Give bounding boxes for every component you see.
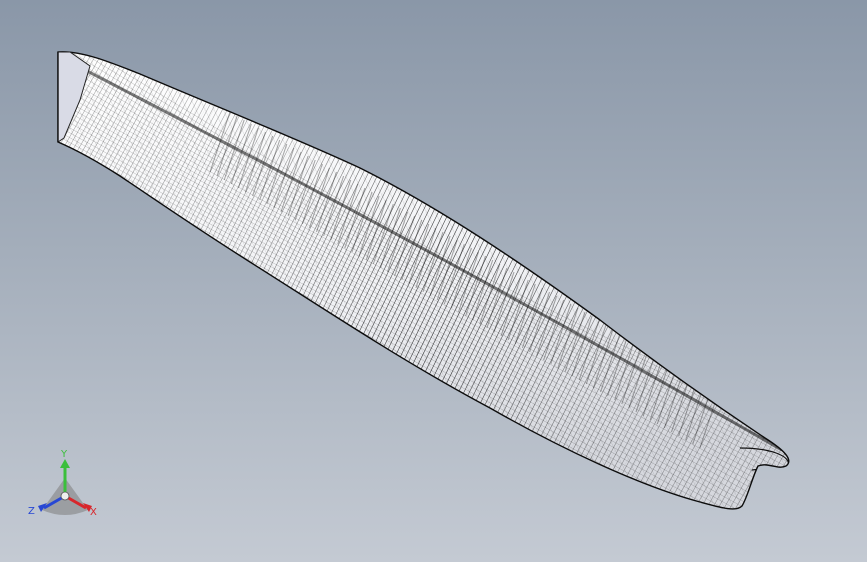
mesh-diagonal: [841, 30, 867, 560]
x-axis-label: X: [90, 507, 97, 518]
mesh-diagonal: [805, 30, 867, 560]
mesh-diagonal: [732, 51, 789, 509]
mesh-diagonal: [841, 30, 867, 560]
mesh-diagonal: [741, 51, 789, 509]
z-axis-label: Z: [28, 506, 35, 517]
mesh-diagonal: [741, 51, 789, 509]
mesh-diagonal: [859, 30, 867, 560]
mesh-diagonal: [777, 51, 789, 509]
mesh-diagonal: [786, 51, 789, 509]
mesh-diagonal: [850, 30, 867, 560]
triad-origin: [60, 491, 70, 501]
mesh-diagonal: [0, 30, 16, 560]
mesh-diagonal: [0, 30, 3, 560]
mesh-diagonal: [786, 51, 789, 509]
mesh-diagonal: [750, 51, 789, 509]
mesh-diagonal: [796, 30, 867, 560]
mesh-diagonal: [796, 30, 867, 560]
mesh-diagonal: [0, 30, 21, 560]
mesh-diagonal: [859, 30, 867, 560]
mesh-diagonal: [768, 51, 789, 509]
y-axis-label: Y: [60, 449, 68, 460]
mesh-diagonal: [0, 30, 12, 560]
mesh-diagonal: [832, 30, 867, 560]
mesh-diagonal: [0, 30, 25, 560]
hull-model[interactable]: [0, 0, 867, 562]
axis-triad[interactable]: Y X Z: [26, 448, 104, 526]
mesh-diagonal: [850, 30, 867, 560]
mesh-diagonal: [805, 30, 867, 560]
graphics-viewport[interactable]: Y X Z: [0, 0, 867, 562]
mesh-diagonal: [732, 51, 789, 509]
mesh-diagonal: [759, 51, 789, 509]
mesh-diagonal: [0, 30, 7, 560]
mesh-diagonal: [823, 30, 867, 560]
mesh-diagonal: [777, 51, 789, 509]
mesh-diagonal: [759, 51, 789, 509]
mesh-diagonal: [823, 30, 867, 560]
mesh-diagonal: [814, 30, 867, 560]
mesh-diagonal: [832, 30, 867, 560]
mesh-diagonal: [750, 51, 789, 509]
mesh-diagonal: [768, 51, 789, 509]
mesh-diagonal: [814, 30, 867, 560]
